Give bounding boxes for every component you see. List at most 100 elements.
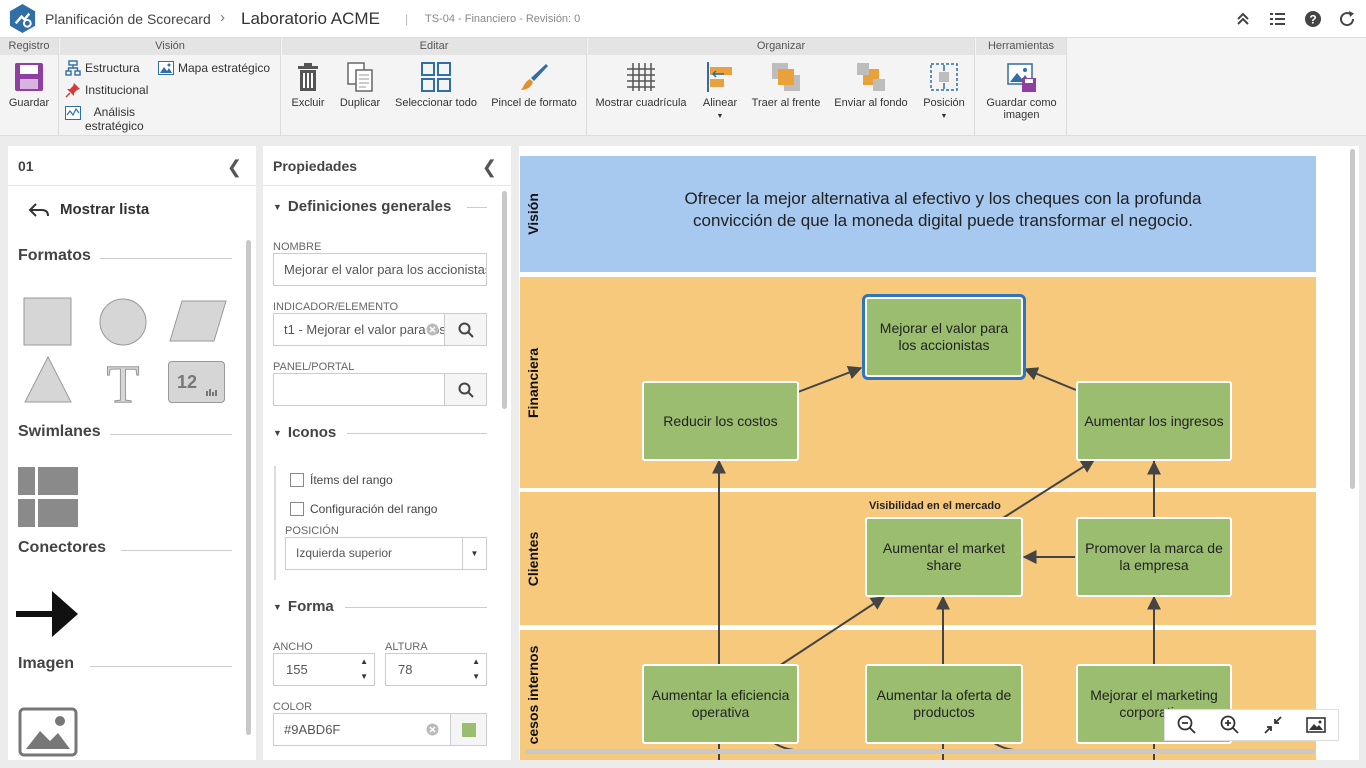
annotation-visibilidad: Visibilidad en el mercado xyxy=(869,500,1001,512)
node-oferta-productos[interactable]: Aumentar la oferta de productos xyxy=(865,664,1023,744)
show-grid-button[interactable]: Mostrar cuadrícula xyxy=(594,61,688,109)
image-shape[interactable] xyxy=(18,707,78,757)
help-icon[interactable]: ? xyxy=(1304,10,1322,28)
search-icon xyxy=(458,322,474,338)
ribbon-group-herramientas: Herramientas Guardar como imagen xyxy=(976,38,1067,136)
align-icon xyxy=(707,62,732,92)
circle-shape[interactable] xyxy=(98,297,148,347)
institucional-button[interactable]: Institucional xyxy=(65,82,148,98)
divider xyxy=(345,607,487,608)
node-eficiencia-operativa[interactable]: Aumentar la eficiencia operativa xyxy=(642,664,799,744)
estructura-button[interactable]: Estructura xyxy=(65,60,140,76)
canvas-vertical-scrollbar[interactable] xyxy=(1350,149,1355,489)
collapse-panel-icon[interactable]: ❮ xyxy=(482,157,497,178)
select-all-label: Seleccionar todo xyxy=(395,97,477,109)
ribbon-toolbar: Registro Guardar Visión Estructura Insti… xyxy=(0,38,1366,136)
collapse-up-icon[interactable] xyxy=(1234,10,1252,28)
color-label: COLOR xyxy=(273,701,313,713)
indicator-shape[interactable]: 12 xyxy=(168,361,225,403)
format-painter-button[interactable]: Pincel de formato xyxy=(488,61,580,109)
duplicate-button[interactable]: Duplicar xyxy=(338,61,382,109)
fit-screen-icon[interactable] xyxy=(1263,715,1283,735)
swimlane-shape[interactable] xyxy=(18,467,78,527)
show-list-button[interactable]: Mostrar lista xyxy=(28,201,149,218)
position-select[interactable]: Izquierda superior ▼ xyxy=(285,537,487,570)
zoom-out-icon[interactable] xyxy=(1177,715,1197,735)
node-mejorar-valor[interactable]: Mejorar el valor para los accionistas xyxy=(862,294,1026,380)
indicator-input[interactable]: t1 - Mejorar el valor para los accionist… xyxy=(273,313,445,346)
clear-icon[interactable] xyxy=(426,723,439,736)
text-shape[interactable]: T xyxy=(103,356,143,406)
position-label: Posición xyxy=(923,97,965,109)
export-image-icon[interactable] xyxy=(1306,715,1327,735)
general-section-toggle[interactable]: ▼ Definiciones generales xyxy=(273,198,451,215)
show-list-label: Mostrar lista xyxy=(60,201,150,218)
shapes-scrollbar[interactable] xyxy=(246,240,251,735)
group-title: Organizar xyxy=(588,38,974,55)
shapes-panel-title: 01 xyxy=(18,158,34,174)
color-swatch-button[interactable] xyxy=(450,713,487,746)
mapa-estrategico-button[interactable]: Mapa estratégico xyxy=(158,60,270,76)
triangle-shape[interactable] xyxy=(23,355,73,405)
institucional-label: Institucional xyxy=(85,83,149,97)
save-button[interactable]: Guardar xyxy=(4,61,54,109)
shape-section-toggle[interactable]: ▼ Forma xyxy=(273,598,334,615)
bring-front-label: Traer al frente xyxy=(751,97,821,109)
icons-section-toggle[interactable]: ▼ Iconos xyxy=(273,424,336,441)
panel-search-button[interactable] xyxy=(444,373,487,406)
analisis-label-1: Análisis xyxy=(93,105,136,119)
stepper-up-icon[interactable]: ▲ xyxy=(472,658,480,666)
name-input[interactable]: Mejorar el valor para los accionistas xyxy=(273,253,487,286)
items-rango-checkbox[interactable]: Ítems del rango xyxy=(290,473,393,487)
node-reducir-costos[interactable]: Reducir los costos xyxy=(642,381,799,461)
back-arrow-icon xyxy=(28,202,49,217)
properties-scrollbar[interactable] xyxy=(502,191,507,409)
app-logo-icon[interactable] xyxy=(7,3,38,34)
width-stepper[interactable]: 155 ▲ ▼ xyxy=(273,653,375,686)
caret-down-icon: ▼ xyxy=(273,601,282,612)
height-stepper[interactable]: 78 ▲ ▼ xyxy=(385,653,487,686)
node-market-share[interactable]: Aumentar el market share xyxy=(865,517,1023,597)
color-input[interactable]: #9ABD6F xyxy=(273,713,451,746)
height-value: 78 xyxy=(398,662,413,677)
send-back-button[interactable]: Enviar al fondo xyxy=(832,61,910,109)
collapse-panel-icon[interactable]: ❮ xyxy=(227,157,242,178)
breadcrumb-app[interactable]: Planificación de Scorecard xyxy=(45,11,211,27)
zoom-in-icon[interactable] xyxy=(1220,715,1240,735)
divider xyxy=(90,666,232,667)
position-button[interactable]: Posición ▼ xyxy=(918,61,970,123)
indicator-search-button[interactable] xyxy=(444,313,487,346)
stepper-down-icon[interactable]: ▼ xyxy=(360,673,368,681)
position-select-value: Izquierda superior xyxy=(296,546,393,560)
select-all-button[interactable]: Seleccionar todo xyxy=(390,61,482,109)
list-icon[interactable] xyxy=(1268,10,1286,28)
clear-icon[interactable] xyxy=(426,323,439,336)
name-label: NOMBRE xyxy=(273,241,322,253)
save-image-icon xyxy=(1006,63,1036,92)
node-aumentar-ingresos[interactable]: Aumentar los ingresos xyxy=(1076,381,1232,461)
ribbon-group-vision: Visión Estructura Institucional Análisis… xyxy=(60,38,281,136)
parallelogram-shape[interactable] xyxy=(168,299,228,343)
general-section-title: Definiciones generales xyxy=(287,198,452,215)
strategy-map-canvas[interactable]: Visión Ofrecer la mejor alternativa al e… xyxy=(519,146,1359,760)
bring-front-button[interactable]: Traer al frente xyxy=(748,61,824,109)
shapes-panel: 01 ❮ Mostrar lista Formatos T 12 Swimlan… xyxy=(8,146,256,760)
panel-input[interactable] xyxy=(273,373,445,406)
canvas-horizontal-scrollbar[interactable] xyxy=(525,749,1315,754)
arrow-connector-shape[interactable] xyxy=(16,587,80,641)
save-image-button[interactable]: Guardar como imagen xyxy=(980,61,1063,121)
node-promover-marca[interactable]: Promover la marca de la empresa xyxy=(1076,517,1232,597)
refresh-icon[interactable] xyxy=(1338,10,1356,28)
align-button[interactable]: Alinear ▼ xyxy=(698,61,742,123)
rectangle-shape[interactable] xyxy=(23,297,73,347)
stepper-up-icon[interactable]: ▲ xyxy=(360,658,368,666)
delete-button[interactable]: Excluir xyxy=(288,61,328,109)
send-to-back-icon xyxy=(857,63,885,91)
analisis-button[interactable]: Análisis estratégico xyxy=(65,105,144,133)
breadcrumb-separator: › xyxy=(220,9,225,26)
divider xyxy=(467,207,487,208)
title-divider: | xyxy=(405,12,409,26)
swimlanes-heading: Swimlanes xyxy=(18,423,101,440)
config-rango-checkbox[interactable]: Configuración del rango xyxy=(290,502,437,516)
stepper-down-icon[interactable]: ▼ xyxy=(472,673,480,681)
